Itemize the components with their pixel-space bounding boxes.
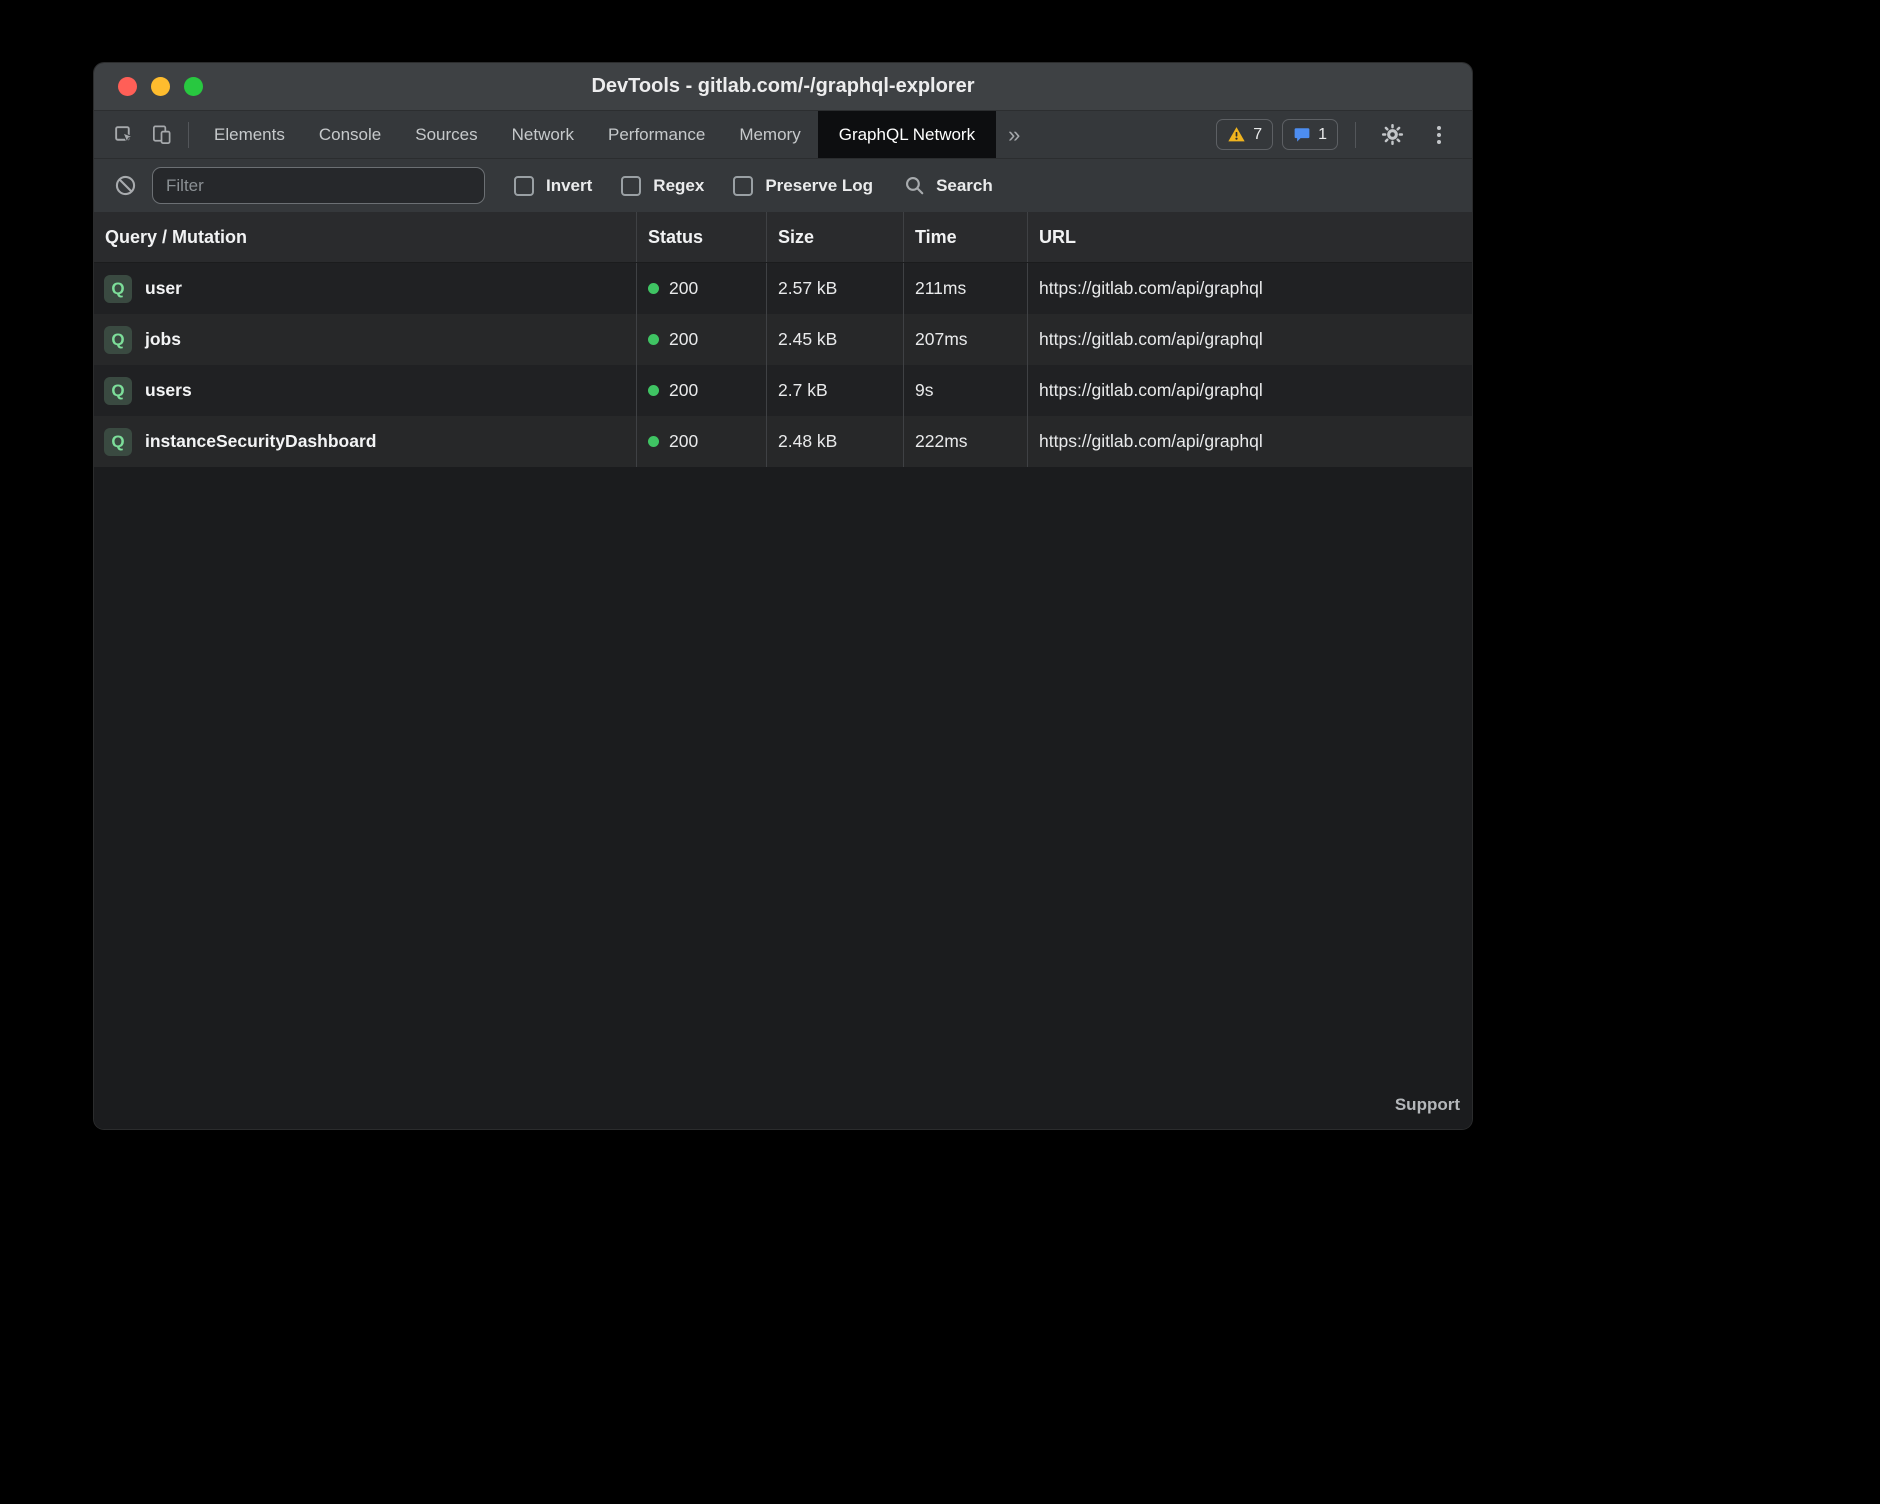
url-value: https://gitlab.com/api/graphql <box>1039 431 1263 452</box>
query-name: user <box>145 278 182 299</box>
tab-network[interactable]: Network <box>495 111 591 158</box>
invert-checkbox[interactable] <box>514 176 534 196</box>
tab-memory[interactable]: Memory <box>722 111 817 158</box>
filter-input[interactable] <box>152 167 485 204</box>
tab-console[interactable]: Console <box>302 111 398 158</box>
traffic-lights <box>94 77 203 96</box>
close-button[interactable] <box>118 77 137 96</box>
zoom-button[interactable] <box>184 77 203 96</box>
time-value: 207ms <box>915 329 968 350</box>
support-link[interactable]: Support <box>1395 1095 1460 1115</box>
column-header-size[interactable]: Size <box>766 212 903 262</box>
url-value: https://gitlab.com/api/graphql <box>1039 329 1263 350</box>
device-toolbar-icon <box>151 124 172 145</box>
column-header-query-mutation[interactable]: Query / Mutation <box>94 212 636 262</box>
query-badge-icon: Q <box>104 275 132 303</box>
filter-toolbar: Invert Regex Preserve Log Search <box>94 158 1472 212</box>
tabbar-right-cluster: 7 1 <box>1216 111 1472 158</box>
devtools-tabbar: Elements Console Sources Network Perform… <box>94 111 1472 158</box>
preserve-log-label: Preserve Log <box>765 176 873 196</box>
more-tabs-chevron-icon[interactable]: » <box>996 111 1032 158</box>
query-badge-icon: Q <box>104 326 132 354</box>
tabbar-divider <box>1355 122 1356 148</box>
query-name: instanceSecurityDashboard <box>145 431 376 452</box>
window-title: DevTools - gitlab.com/-/graphql-explorer <box>94 75 1472 98</box>
minimize-button[interactable] <box>151 77 170 96</box>
preserve-log-checkbox-group: Preserve Log <box>733 176 873 196</box>
table-header-row: Query / Mutation Status Size Time URL <box>94 212 1472 263</box>
clear-log-button[interactable] <box>106 174 144 197</box>
device-toolbar-button[interactable] <box>142 111 180 158</box>
messages-badge[interactable]: 1 <box>1282 119 1338 150</box>
column-header-status[interactable]: Status <box>636 212 766 262</box>
url-value: https://gitlab.com/api/graphql <box>1039 278 1263 299</box>
titlebar: DevTools - gitlab.com/-/graphql-explorer <box>94 63 1472 111</box>
regex-label: Regex <box>653 176 704 196</box>
url-value: https://gitlab.com/api/graphql <box>1039 380 1263 401</box>
warning-count: 7 <box>1253 126 1262 144</box>
status-ok-icon <box>648 385 659 396</box>
table-row[interactable]: Q jobs 200 2.45 kB 207ms https://gitlab.… <box>94 314 1472 365</box>
message-bubble-icon <box>1293 126 1311 144</box>
settings-button[interactable] <box>1373 123 1411 146</box>
tab-sources[interactable]: Sources <box>398 111 494 158</box>
warning-icon <box>1227 125 1246 144</box>
time-value: 222ms <box>915 431 968 452</box>
status-ok-icon <box>648 436 659 447</box>
search-label: Search <box>936 176 993 196</box>
query-badge-icon: Q <box>104 428 132 456</box>
column-header-time[interactable]: Time <box>903 212 1027 262</box>
devtools-window: DevTools - gitlab.com/-/graphql-explorer… <box>93 62 1473 1130</box>
status-value: 200 <box>669 329 698 350</box>
time-value: 9s <box>915 380 933 401</box>
query-badge-icon: Q <box>104 377 132 405</box>
block-icon <box>114 174 137 197</box>
search-button[interactable]: Search <box>904 175 993 196</box>
size-value: 2.45 kB <box>778 329 837 350</box>
more-options-button[interactable] <box>1420 126 1458 144</box>
kebab-menu-icon <box>1437 126 1441 144</box>
invert-checkbox-group: Invert <box>514 176 592 196</box>
status-value: 200 <box>669 380 698 401</box>
size-value: 2.57 kB <box>778 278 837 299</box>
table-row[interactable]: Q user 200 2.57 kB 211ms https://gitlab.… <box>94 263 1472 314</box>
status-value: 200 <box>669 278 698 299</box>
search-icon <box>904 175 925 196</box>
size-value: 2.48 kB <box>778 431 837 452</box>
preserve-log-checkbox[interactable] <box>733 176 753 196</box>
table-row[interactable]: Q users 200 2.7 kB 9s https://gitlab.com… <box>94 365 1472 416</box>
column-header-url[interactable]: URL <box>1027 212 1472 262</box>
inspect-icon <box>113 124 134 145</box>
regex-checkbox[interactable] <box>621 176 641 196</box>
time-value: 211ms <box>915 278 966 299</box>
query-name: jobs <box>145 329 181 350</box>
query-name: users <box>145 380 192 401</box>
graphql-requests-table: Query / Mutation Status Size Time URL Q … <box>94 212 1472 1129</box>
gear-icon <box>1381 123 1404 146</box>
tab-elements[interactable]: Elements <box>197 111 302 158</box>
message-count: 1 <box>1318 126 1327 144</box>
invert-label: Invert <box>546 176 592 196</box>
tab-graphql-network[interactable]: GraphQL Network <box>818 111 996 158</box>
tab-performance[interactable]: Performance <box>591 111 722 158</box>
status-ok-icon <box>648 334 659 345</box>
table-row[interactable]: Q instanceSecurityDashboard 200 2.48 kB … <box>94 416 1472 467</box>
inspect-element-button[interactable] <box>104 111 142 158</box>
warnings-badge[interactable]: 7 <box>1216 119 1273 150</box>
toolbar-divider <box>188 122 189 148</box>
regex-checkbox-group: Regex <box>621 176 704 196</box>
size-value: 2.7 kB <box>778 380 828 401</box>
status-ok-icon <box>648 283 659 294</box>
status-value: 200 <box>669 431 698 452</box>
